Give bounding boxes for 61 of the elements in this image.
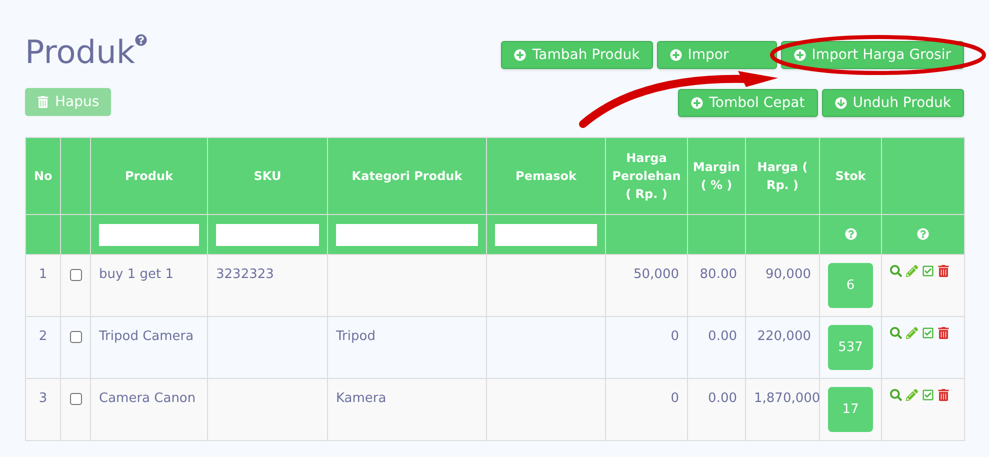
column-header: Margin ( % ) bbox=[692, 160, 740, 192]
filter-field[interactable] bbox=[495, 224, 597, 246]
help-icon bbox=[917, 228, 929, 240]
stock-badge: 17 bbox=[828, 387, 873, 432]
pencil-icon[interactable] bbox=[906, 327, 918, 339]
column-header: Stok bbox=[835, 169, 866, 183]
table-cell: 0.00 bbox=[708, 391, 737, 406]
action-button[interactable]: Unduh Produk bbox=[822, 89, 964, 117]
checkbox-icon[interactable] bbox=[922, 265, 934, 277]
search-icon[interactable] bbox=[890, 265, 902, 277]
column-header: Pemasok bbox=[516, 169, 576, 183]
delete-button[interactable]: Hapus bbox=[25, 88, 112, 116]
table-cell: 0.00 bbox=[708, 329, 737, 344]
row-checkbox[interactable] bbox=[70, 331, 82, 343]
table-cell: Tripod Camera bbox=[99, 329, 194, 344]
pencil-icon[interactable] bbox=[906, 389, 918, 401]
stock-badge: 537 bbox=[828, 325, 873, 370]
column-header: No bbox=[34, 169, 52, 183]
row-checkbox[interactable] bbox=[70, 393, 82, 405]
trash-icon[interactable] bbox=[938, 265, 949, 277]
trash-icon[interactable] bbox=[938, 389, 949, 401]
checkbox-icon[interactable] bbox=[922, 389, 934, 401]
column-header: Harga Perolehan ( Rp. ) bbox=[612, 151, 681, 201]
action-button[interactable]: Impor bbox=[656, 41, 777, 69]
table-cell: 220,000 bbox=[757, 329, 811, 344]
table-cell: Camera Canon bbox=[99, 391, 196, 406]
page-title: Produk bbox=[25, 32, 135, 73]
column-header: Kategori Produk bbox=[352, 169, 462, 183]
pencil-icon[interactable] bbox=[906, 265, 918, 277]
checkbox-icon[interactable] bbox=[922, 327, 934, 339]
column-header: Produk bbox=[124, 169, 174, 183]
stock-badge: 6 bbox=[828, 263, 873, 308]
table-cell: 1,870,000 bbox=[754, 391, 820, 406]
download-icon bbox=[834, 97, 847, 109]
column-header: Harga ( Rp. ) bbox=[757, 160, 808, 192]
action-button[interactable]: Import Harga Grosir bbox=[780, 41, 964, 69]
action-button[interactable]: Tambah Produk bbox=[501, 41, 653, 69]
help-icon bbox=[134, 34, 147, 46]
table-cell: 3 bbox=[38, 391, 48, 406]
table-cell: Tripod bbox=[336, 329, 376, 344]
table-cell: buy 1 get 1 bbox=[99, 267, 174, 282]
table-cell: 3232323 bbox=[216, 267, 274, 282]
filter-field[interactable] bbox=[216, 224, 319, 246]
filter-field[interactable] bbox=[336, 224, 478, 246]
search-icon[interactable] bbox=[890, 389, 902, 401]
filter-field[interactable] bbox=[99, 224, 199, 246]
trash-icon bbox=[37, 96, 49, 108]
table-cell: 0 bbox=[670, 391, 679, 406]
action-button[interactable]: Tombol Cepat bbox=[678, 89, 818, 117]
table-cell: 80.00 bbox=[700, 267, 737, 282]
table-cell: 2 bbox=[38, 329, 48, 344]
table-cell: 0 bbox=[670, 329, 679, 344]
help-icon bbox=[844, 228, 856, 240]
trash-icon[interactable] bbox=[938, 327, 949, 339]
table-cell: Kamera bbox=[336, 391, 386, 406]
column-header: SKU bbox=[254, 169, 282, 183]
row-checkbox[interactable] bbox=[70, 269, 82, 281]
table-cell: 1 bbox=[38, 267, 48, 282]
table-cell: 90,000 bbox=[766, 267, 811, 282]
search-icon[interactable] bbox=[890, 327, 902, 339]
table-cell: 50,000 bbox=[634, 267, 679, 282]
